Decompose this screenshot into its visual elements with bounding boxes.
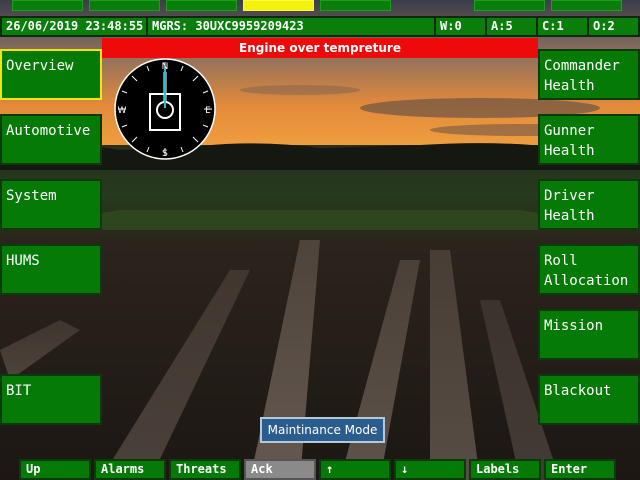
menu-automotive-button[interactable]: Automotive xyxy=(0,114,102,165)
top-softkey-3[interactable] xyxy=(166,0,237,11)
menu-roll-allocation-button[interactable]: Roll Allocation xyxy=(538,244,640,295)
up-button[interactable]: Up xyxy=(19,459,91,480)
menu-driver-health-button[interactable]: Driver Health xyxy=(538,179,640,230)
c-counter: C:1 xyxy=(536,16,587,37)
top-softkey-4-active[interactable] xyxy=(243,0,314,11)
menu-overview-button[interactable]: Overview xyxy=(0,49,102,100)
compass-west-label: W xyxy=(118,106,127,116)
scroll-down-button[interactable]: ↓ xyxy=(394,459,466,480)
o-counter: O:2 xyxy=(587,16,640,37)
w-counter: W:0 xyxy=(434,16,485,37)
threats-button[interactable]: Threats xyxy=(169,459,241,480)
menu-gunner-health-button[interactable]: Gunner Health xyxy=(538,114,640,165)
mgrs-readout: MGRS: 30UXC9959209423 xyxy=(146,16,434,37)
datetime-readout: 26/06/2019 23:48:55 xyxy=(0,16,146,37)
a-counter: A:5 xyxy=(485,16,536,37)
top-softkey-1[interactable] xyxy=(12,0,83,11)
compass-south-label: S xyxy=(162,149,168,159)
ack-button[interactable]: Ack xyxy=(244,459,316,480)
top-softkey-5[interactable] xyxy=(320,0,391,11)
menu-blackout-button[interactable]: Blackout xyxy=(538,374,640,425)
menu-mission-button[interactable]: Mission xyxy=(538,309,640,360)
alarms-button[interactable]: Alarms xyxy=(94,459,166,480)
top-softkey-2[interactable] xyxy=(89,0,160,11)
menu-hums-button[interactable]: HUMS xyxy=(0,244,102,295)
compass-north-label: N xyxy=(162,62,169,72)
engine-alert-banner: Engine over tempreture xyxy=(102,38,538,58)
enter-button[interactable]: Enter xyxy=(544,459,616,480)
compass-widget: N E S W xyxy=(114,58,216,160)
top-softkey-6[interactable] xyxy=(474,0,545,11)
compass-east-label: E xyxy=(205,106,211,116)
menu-bit-button[interactable]: BIT xyxy=(0,374,102,425)
labels-button[interactable]: Labels xyxy=(469,459,541,480)
maintenance-mode-button[interactable]: Maintinance Mode xyxy=(260,417,385,443)
scroll-up-button[interactable]: ↑ xyxy=(319,459,391,480)
menu-system-button[interactable]: System xyxy=(0,179,102,230)
top-softkey-7[interactable] xyxy=(551,0,622,11)
menu-commander-health-button[interactable]: Commander Health xyxy=(538,49,640,100)
